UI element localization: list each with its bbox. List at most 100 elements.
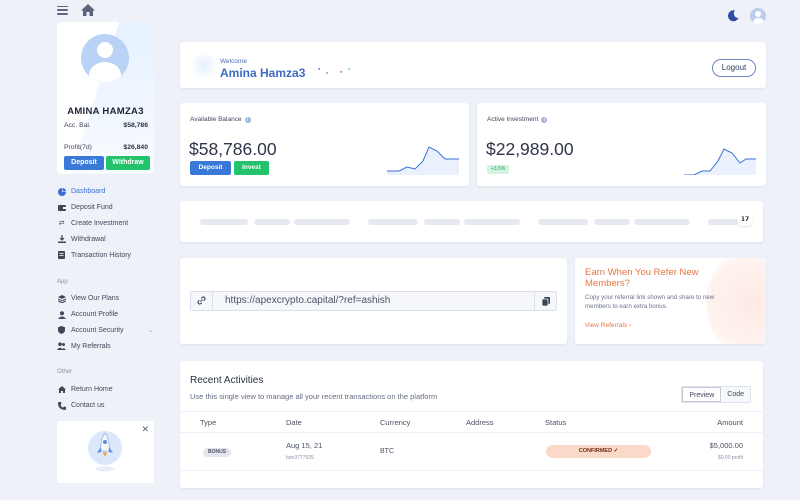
sidebar-item-label: Deposit Fund — [71, 204, 113, 212]
welcome-label: Welcome — [220, 58, 247, 65]
main-nav: Dashboard Deposit Fund ⇄ Create Investme… — [57, 184, 157, 263]
column-header-currency: Currency — [380, 418, 411, 427]
column-header-date: Date — [286, 418, 302, 427]
info-icon[interactable]: i — [244, 116, 251, 123]
row-amount: $5,000.00 — [709, 441, 743, 450]
sidebar-item-label: My Referrals — [71, 342, 111, 350]
sidebar-item-account-security[interactable]: Account Security ⌄ — [57, 323, 157, 339]
sidebar-withdraw-button[interactable]: Withdraw — [106, 156, 150, 170]
shield-icon — [57, 326, 66, 335]
tab-preview[interactable]: Preview — [682, 387, 722, 402]
balance-label-row: Available Balance i — [190, 116, 251, 123]
rocket-icon — [96, 432, 114, 472]
referral-url: https://apexcrypto.capital/?ref=ashish — [225, 295, 391, 306]
loader-badge-icon: 𝟭𝟳 — [737, 214, 753, 226]
sidebar-item-return-home[interactable]: Return Home — [57, 382, 157, 398]
refer-promo-description: Copy your referral link shown and share … — [585, 294, 715, 310]
link-icon — [191, 292, 213, 310]
section-label-other: Other — [57, 369, 73, 375]
user-avatar-icon[interactable] — [750, 8, 766, 24]
user-icon — [57, 310, 66, 319]
status-badge: CONFIRMED ✓ — [546, 445, 651, 458]
profile-card: AMINA HAMZA3 Acc. Bal. $58,786 Profit(7d… — [57, 22, 154, 174]
sidebar-item-label: Transaction History — [71, 251, 132, 259]
phone-icon — [57, 401, 66, 410]
row-currency: BTC — [380, 448, 394, 455]
skeleton-bar — [424, 219, 460, 225]
tab-code[interactable]: Code — [721, 387, 750, 402]
wallet-icon — [57, 203, 66, 212]
logout-button[interactable]: Logout — [712, 59, 756, 77]
invest-button[interactable]: Invest — [234, 161, 269, 175]
withdraw-icon — [57, 235, 66, 244]
sidebar-top-icons — [57, 3, 96, 17]
hamburger-menu-icon[interactable] — [57, 5, 68, 15]
sidebar-item-view-plans[interactable]: View Our Plans — [57, 291, 157, 307]
header-actions — [726, 8, 766, 24]
skeleton-bar — [254, 219, 290, 225]
sidebar-item-transaction-history[interactable]: Transaction History — [57, 247, 157, 263]
skeleton-bar — [464, 219, 520, 225]
skeleton-bar — [708, 219, 738, 225]
view-toggle: Preview Code — [681, 386, 751, 403]
balance-sparkline — [387, 146, 459, 175]
table-row[interactable]: BONUS Aug 15, 21 bon3777925 BTC CONFIRME… — [180, 433, 763, 471]
row-date: Aug 15, 21 — [286, 441, 323, 450]
sidebar-item-my-referrals[interactable]: My Referrals — [57, 338, 157, 354]
welcome-name: Amina Hamza3 — [220, 66, 306, 80]
sidebar-item-label: Contact us — [71, 402, 105, 410]
investment-sparkline — [684, 148, 756, 175]
info-icon[interactable]: i — [541, 116, 548, 123]
column-header-amount: Amount — [717, 418, 743, 427]
sidebar-item-label: Dashboard — [71, 188, 106, 196]
copy-button[interactable] — [534, 292, 556, 310]
activities-title: Recent Activities — [190, 375, 264, 386]
copy-icon — [541, 297, 550, 307]
investment-label: Active Investment — [487, 116, 539, 123]
sidebar-item-contact-us[interactable]: Contact us — [57, 398, 157, 414]
sidebar-item-create-investment[interactable]: ⇄ Create Investment — [57, 216, 157, 232]
balance-label: Available Balance — [190, 116, 242, 123]
chevron-down-icon[interactable]: ⌄ — [148, 327, 153, 334]
close-icon[interactable]: ✕ — [141, 424, 149, 435]
sidebar-item-deposit-fund[interactable]: Deposit Fund — [57, 200, 157, 216]
avatar — [81, 34, 129, 82]
view-referrals-link[interactable]: View Referrals › — [585, 322, 631, 329]
profit-value: $26,840 — [123, 144, 148, 151]
row-profit: $0.00 profit — [717, 455, 743, 461]
sidebar: AMINA HAMZA3 Acc. Bal. $58,786 Profit(7d… — [0, 0, 172, 500]
sidebar-item-label: Account Profile — [71, 311, 119, 319]
type-badge: BONUS — [203, 448, 232, 457]
sidebar-item-dashboard[interactable]: Dashboard — [57, 184, 157, 200]
view-referrals-label: View Referrals — [585, 322, 628, 329]
home-icon[interactable] — [80, 3, 96, 17]
sidebar-item-label: Account Security — [71, 326, 124, 334]
sidebar-item-label: Return Home — [71, 386, 113, 394]
change-badge: +3.5% — [487, 165, 510, 174]
skeleton-bar — [294, 219, 350, 225]
balance-deposit-button[interactable]: Deposit — [190, 161, 231, 175]
sidebar-deposit-button[interactable]: Deposit — [64, 156, 104, 170]
loading-placeholder-card: 𝟭𝟳 — [180, 201, 763, 242]
users-icon — [57, 342, 66, 351]
sidebar-promo-card: ✕ — [57, 421, 154, 483]
section-label-app: App — [57, 279, 68, 285]
skeleton-bar — [368, 219, 418, 225]
skeleton-bar — [538, 219, 588, 225]
referral-url-field[interactable]: https://apexcrypto.capital/?ref=ashish — [190, 291, 557, 311]
sidebar-item-withdrawal[interactable]: Withdrawal — [57, 231, 157, 247]
other-nav: Return Home Contact us — [57, 382, 157, 414]
column-header-status: Status — [545, 418, 567, 427]
sidebar-item-account-profile[interactable]: Account Profile — [57, 307, 157, 323]
column-header-address: Address — [466, 418, 494, 427]
app-nav: View Our Plans Account Profile Account S… — [57, 291, 157, 354]
exchange-icon: ⇄ — [58, 220, 65, 228]
investment-label-row: Active Investment i — [487, 116, 548, 123]
pie-chart-icon — [57, 187, 66, 196]
sidebar-item-label: Create Investment — [71, 219, 129, 227]
dark-mode-toggle-icon[interactable] — [726, 9, 740, 23]
chevron-right-icon: › — [628, 322, 632, 329]
refer-promo-title: Earn When You Refer New Members? — [585, 267, 699, 289]
profit-row: Profit(7d) $26,840 — [64, 144, 148, 151]
sidebar-item-label: View Our Plans — [71, 295, 120, 303]
